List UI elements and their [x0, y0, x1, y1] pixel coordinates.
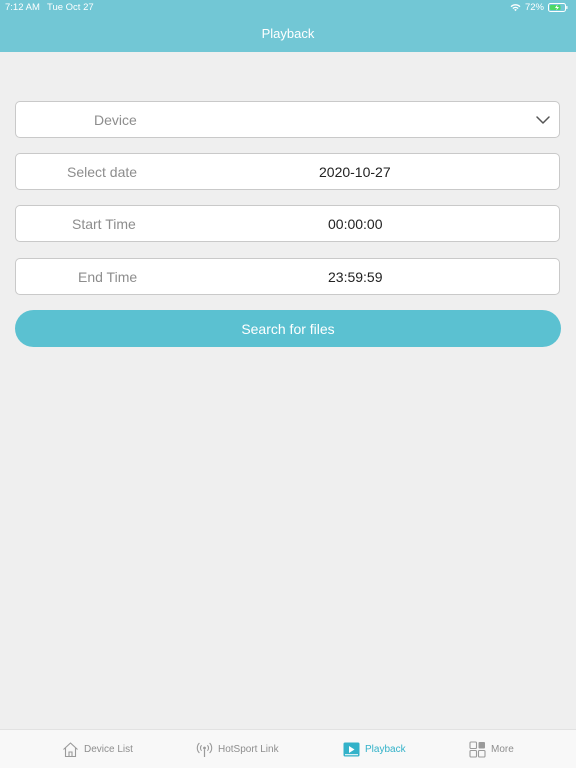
- device-select[interactable]: Device: [15, 101, 560, 138]
- tab-device-list[interactable]: Device List: [62, 730, 133, 768]
- status-time: 7:12 AM: [5, 2, 40, 13]
- chevron-down-icon: [536, 116, 550, 124]
- navigation-header: 7:12 AM Tue Oct 27 72% Playback: [0, 0, 576, 52]
- status-indicators: 72%: [510, 2, 568, 13]
- start-time-label: Start Time: [72, 215, 136, 232]
- date-label: Select date: [67, 163, 138, 180]
- search-files-button[interactable]: Search for files: [15, 310, 561, 347]
- tab-label: Device List: [84, 744, 133, 755]
- start-time-field[interactable]: Start Time 00:00:00: [15, 205, 560, 242]
- end-time-field[interactable]: End Time 23:59:59: [15, 258, 560, 295]
- antenna-icon: [196, 742, 213, 757]
- start-time-value: 00:00:00: [328, 215, 383, 232]
- tab-playback[interactable]: Playback: [343, 730, 406, 768]
- page-title: Playback: [261, 26, 315, 41]
- tab-label: Playback: [365, 744, 406, 755]
- tab-more[interactable]: More: [469, 730, 514, 768]
- battery-icon: [548, 3, 568, 12]
- device-placeholder: Device: [94, 111, 137, 128]
- status-bar: 7:12 AM Tue Oct 27 72%: [0, 0, 576, 16]
- battery-percentage: 72%: [524, 2, 544, 13]
- tab-label: HotSport Link: [218, 744, 279, 755]
- date-field[interactable]: Select date 2020-10-27: [15, 153, 560, 190]
- end-time-label: End Time: [78, 268, 138, 285]
- tab-bar: Device List HotSport Link Playback More: [0, 729, 576, 768]
- wifi-icon: [510, 4, 521, 12]
- end-time-value: 23:59:59: [328, 268, 383, 285]
- playback-icon: [343, 742, 360, 757]
- tab-hotsport-link[interactable]: HotSport Link: [196, 730, 279, 768]
- home-icon: [63, 742, 78, 758]
- date-value: 2020-10-27: [319, 163, 391, 180]
- tab-label: More: [491, 744, 514, 755]
- grid-icon: [469, 741, 486, 758]
- status-date: Tue Oct 27: [47, 2, 94, 13]
